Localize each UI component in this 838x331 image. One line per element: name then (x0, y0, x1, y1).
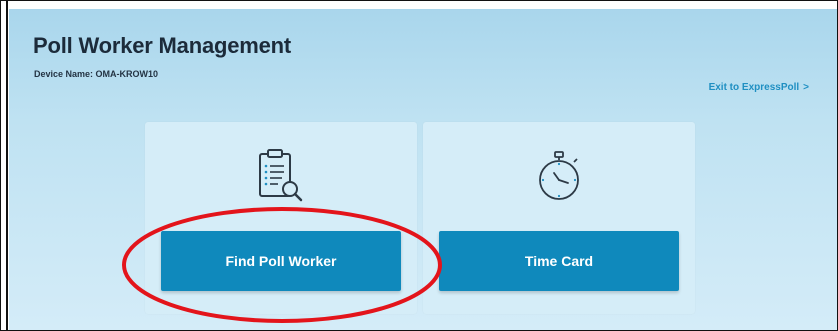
screenshot-frame: Poll Worker Management Device Name: OMA-… (0, 0, 838, 331)
find-poll-worker-button[interactable]: Find Poll Worker (161, 231, 401, 291)
time-card-card: Time Card (423, 122, 695, 314)
exit-to-expresspoll-link[interactable]: Exit to ExpressPoll > (709, 82, 809, 93)
exit-link-label: Exit to ExpressPoll (708, 82, 800, 93)
chevron-right-icon: > (803, 82, 809, 93)
time-card-button[interactable]: Time Card (439, 231, 679, 291)
left-border (6, 1, 8, 330)
stopwatch-icon (534, 148, 584, 209)
app-window: Poll Worker Management Device Name: OMA-… (9, 9, 837, 330)
device-name: Device Name: OMA-KROW10 (34, 69, 159, 79)
find-poll-worker-card: Find Poll Worker (145, 122, 417, 314)
clipboard-search-icon (256, 148, 306, 209)
page-title: Poll Worker Management (33, 33, 292, 58)
